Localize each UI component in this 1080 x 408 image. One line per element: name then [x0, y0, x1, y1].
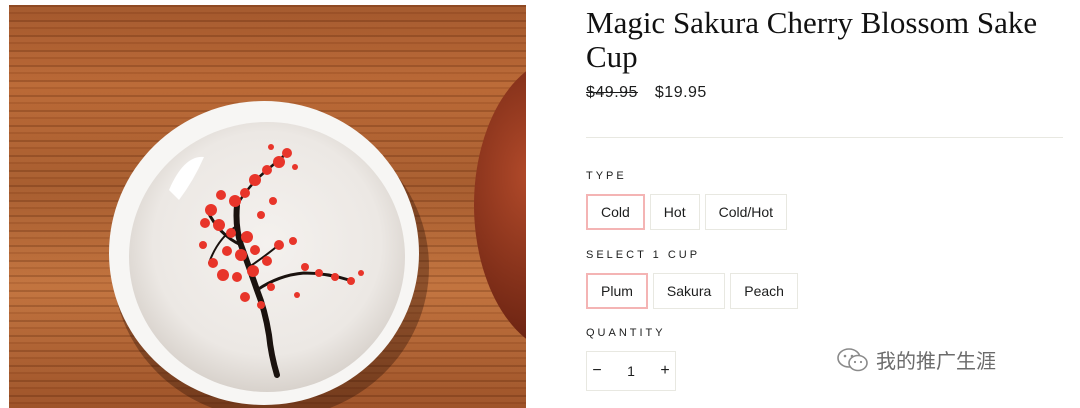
sake-cup-illustration	[109, 71, 526, 408]
type-option-cold[interactable]: Cold	[586, 194, 645, 230]
cup-option-peach[interactable]: Peach	[730, 273, 798, 309]
cup-label: SELECT 1 CUP	[586, 249, 701, 261]
quantity-increase-button[interactable]: +	[655, 362, 675, 380]
product-image[interactable]	[9, 5, 526, 408]
type-option-cold-hot[interactable]: Cold/Hot	[704, 194, 788, 230]
divider	[586, 137, 1063, 138]
type-options: Cold Hot Cold/Hot	[586, 194, 788, 230]
quantity-input[interactable]: 1	[607, 363, 655, 379]
sale-price: $19.95	[654, 84, 707, 101]
product-title: Magic Sakura Cherry Blossom Sake Cup	[586, 5, 1038, 74]
price-row: $49.95 $19.95	[586, 84, 707, 102]
watermark-text: 我的推广生涯	[876, 349, 996, 373]
quantity-stepper: − 1 +	[586, 351, 676, 391]
original-price: $49.95	[586, 84, 638, 101]
type-option-hot[interactable]: Hot	[649, 194, 700, 230]
quantity-label: QUANTITY	[586, 327, 666, 339]
cup-option-sakura[interactable]: Sakura	[652, 273, 726, 309]
cup-options: Plum Sakura Peach	[586, 273, 798, 309]
quantity-decrease-button[interactable]: −	[587, 362, 607, 380]
watermark: 我的推广生涯	[836, 345, 996, 374]
type-label: TYPE	[586, 170, 627, 182]
cup-option-plum[interactable]: Plum	[586, 273, 648, 309]
wechat-icon	[837, 347, 868, 371]
